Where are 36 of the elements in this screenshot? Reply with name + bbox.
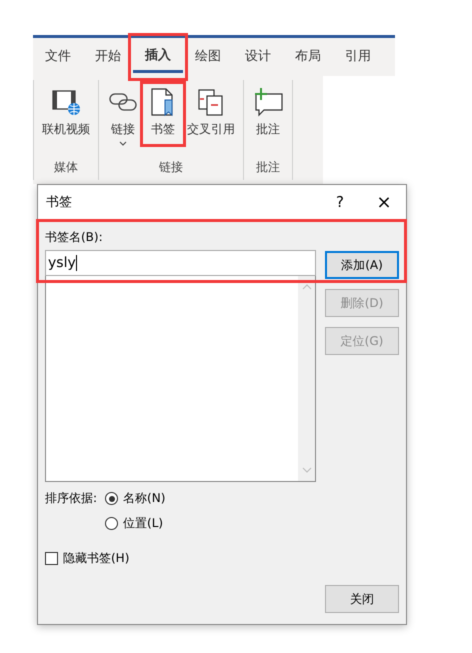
scroll-up-icon [302, 284, 312, 290]
radio-option[interactable]: 位置(L) [105, 515, 166, 532]
ribbon-tab[interactable]: 文件 [33, 40, 83, 74]
help-button[interactable]: ? [318, 192, 362, 212]
radio-button[interactable] [105, 492, 118, 505]
comment-add-icon [252, 86, 284, 118]
radio-label: 名称(N) [123, 490, 166, 507]
ribbon-button[interactable]: 交叉引用 [183, 84, 239, 140]
ribbon-button[interactable]: 批注 [248, 84, 288, 140]
dialog-title: 书签 [46, 194, 73, 211]
close-button[interactable]: × [362, 190, 406, 214]
radio-button[interactable] [105, 517, 118, 530]
ribbon-tab[interactable]: 绘图 [183, 40, 233, 74]
group-label: 媒体 [54, 159, 78, 176]
ribbon-button[interactable]: 链接 [103, 84, 143, 148]
radio-option[interactable]: 名称(N) [105, 490, 166, 507]
scrollbar[interactable] [298, 276, 315, 481]
checkbox-label: 隐藏书签(H) [63, 550, 130, 567]
ribbon-tab[interactable]: 布局 [283, 40, 333, 74]
ribbon-tab[interactable]: 开始 [83, 40, 133, 74]
caret-icon [119, 141, 127, 146]
bookmark-list[interactable] [45, 276, 316, 482]
ribbon-tab[interactable]: 插入 [133, 40, 183, 73]
checkbox[interactable] [45, 552, 58, 565]
ribbon-button[interactable]: 联机视频 [38, 84, 94, 140]
group-label: 批注 [256, 159, 280, 176]
ribbon-tab[interactable]: 设计 [233, 40, 283, 74]
field-label: 书签名(B): [45, 229, 104, 246]
scroll-down-icon [302, 467, 312, 473]
close-dialog-button[interactable]: 关闭 [325, 585, 399, 613]
radio-label: 位置(L) [123, 515, 164, 532]
ribbon-tab[interactable]: 引用 [333, 40, 383, 74]
sort-label: 排序依据: [45, 490, 98, 507]
group-label: 链接 [159, 159, 183, 176]
dialog-button[interactable]: 添加(A) [325, 251, 399, 279]
bookmark-name-field[interactable]: ysly [45, 250, 316, 276]
